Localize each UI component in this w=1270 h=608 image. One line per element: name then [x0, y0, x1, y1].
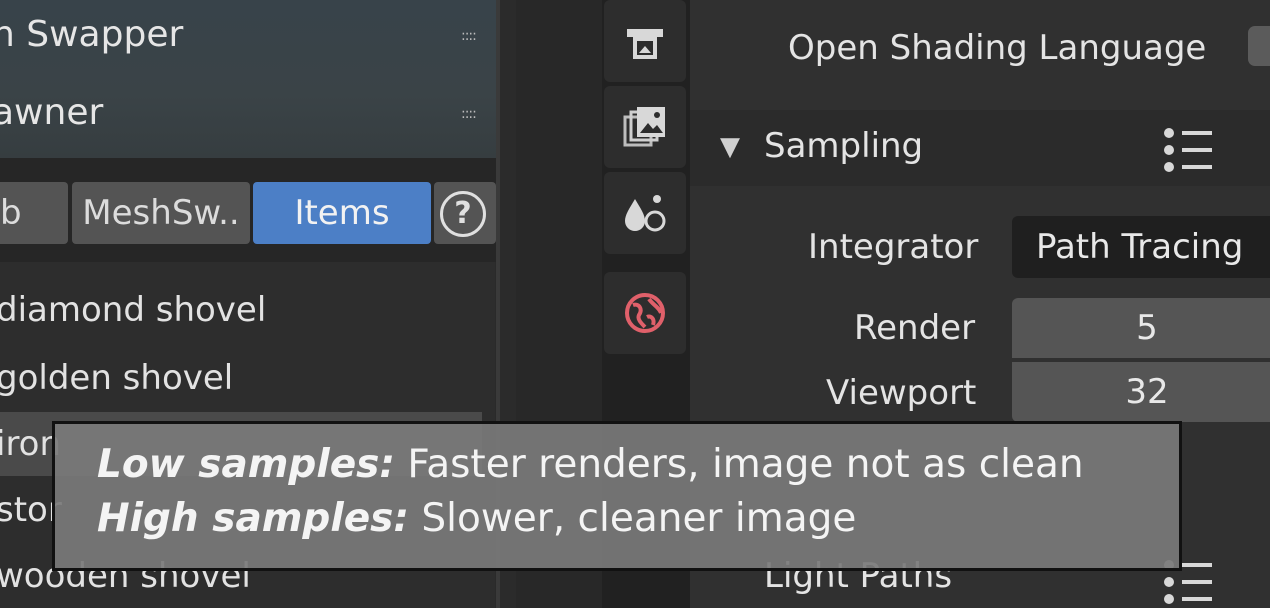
addon-tab-bar: b MeshSw.. Items ?	[0, 158, 500, 262]
image-stack-icon	[623, 107, 665, 147]
tab-partial[interactable]: b	[0, 182, 68, 244]
physics-drops-icon	[625, 195, 666, 232]
tutorial-caption: Low samples: Faster renders, image not a…	[52, 421, 1182, 571]
caption-line-2: High samples: Slower, cleaner image	[97, 496, 856, 541]
osl-label: Open Shading Language	[788, 28, 1207, 68]
addon-panel-headers: n Swapper :::: awner ::::	[0, 0, 500, 158]
list-item[interactable]: diamond shovel	[0, 290, 266, 330]
render-samples-label: Render	[854, 308, 976, 348]
sampling-panel-header[interactable]: ▼ Sampling	[690, 110, 1270, 186]
tab-meshswapper[interactable]: MeshSw..	[72, 182, 250, 244]
caption-text-low: Faster renders, image not as clean	[394, 442, 1084, 487]
drag-grip-icon[interactable]: ::::	[461, 28, 477, 44]
help-icon[interactable]: ?	[440, 191, 486, 237]
drag-grip-icon[interactable]: ::::	[461, 106, 477, 122]
viewport-samples-label: Viewport	[826, 373, 977, 413]
caption-text-high: Slower, cleaner image	[408, 496, 857, 541]
render-samples-field[interactable]: 5	[1012, 298, 1270, 358]
printer-icon	[627, 29, 663, 59]
sampling-title: Sampling	[764, 126, 924, 166]
world-icon	[625, 293, 665, 333]
integrator-dropdown[interactable]: Path Tracing	[1012, 216, 1270, 278]
integrator-label: Integrator	[808, 227, 979, 267]
addon-header-spawner[interactable]: awner	[0, 92, 103, 133]
collapse-arrow-icon[interactable]: ▼	[720, 132, 740, 162]
tab-scene[interactable]	[604, 172, 686, 254]
list-item[interactable]: golden shovel	[0, 358, 233, 398]
tab-world[interactable]	[604, 272, 686, 354]
tab-view-layer[interactable]	[604, 86, 686, 168]
caption-term-high: High samples:	[97, 496, 409, 541]
tab-output[interactable]	[604, 0, 686, 82]
tab-items[interactable]: Items	[253, 182, 431, 244]
caption-term-low: Low samples:	[97, 442, 395, 487]
caption-line-1: Low samples: Faster renders, image not a…	[97, 442, 1084, 487]
presets-list-icon[interactable]	[1164, 128, 1214, 172]
osl-checkbox[interactable]	[1248, 26, 1270, 66]
viewport-samples-field[interactable]: 32	[1012, 362, 1270, 422]
addon-header-swapper[interactable]: n Swapper	[0, 14, 183, 55]
